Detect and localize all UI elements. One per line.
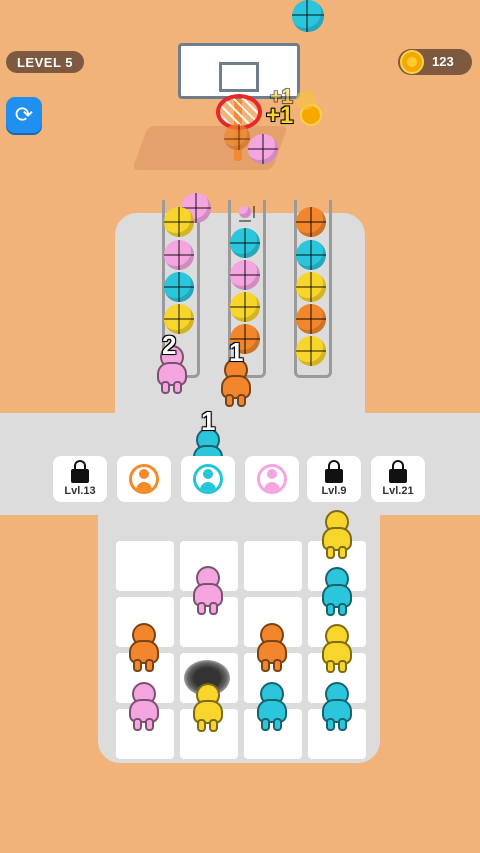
court-corner — [80, 378, 115, 413]
plus-one-text-faded: +1 — [270, 86, 293, 108]
coin-count: 123 — [432, 54, 454, 69]
unlock-level-label: Lvl.13 — [64, 485, 96, 497]
basketball-in-hoop — [248, 134, 278, 164]
basketball — [296, 240, 326, 270]
refresh-icon: ⟳ — [14, 102, 34, 127]
basketball — [230, 292, 260, 322]
lock-icon — [71, 460, 89, 483]
slot-locked-1[interactable]: Lvl.13 — [53, 456, 107, 502]
basketball — [296, 304, 326, 334]
orange-shot-counter: 1 — [229, 337, 244, 367]
grid-tile[interactable] — [244, 541, 302, 591]
basketball — [164, 240, 194, 270]
slot-locked-3[interactable]: Lvl.21 — [371, 456, 425, 502]
basketball — [296, 272, 326, 302]
unlock-level-label: Lvl.9 — [321, 485, 347, 497]
basketball — [164, 207, 194, 237]
coin-icon — [400, 50, 424, 74]
slot-cyan[interactable] — [181, 456, 235, 502]
cyan-shot-counter: 1 — [201, 406, 216, 436]
cyan-player[interactable] — [253, 682, 291, 732]
basketball — [296, 207, 326, 237]
basketball-in-hoop — [224, 124, 250, 150]
basketball — [230, 228, 260, 258]
basketball — [296, 336, 326, 366]
slot-pink[interactable] — [245, 456, 299, 502]
yellow-player[interactable] — [189, 683, 227, 733]
cyan-player[interactable] — [318, 682, 356, 732]
pink-player[interactable] — [189, 566, 227, 616]
cyan-player[interactable] — [318, 567, 356, 617]
pink-shot-counter: 2 — [162, 330, 177, 360]
level-indicator: LEVEL 5 — [6, 51, 84, 73]
coin-counter: 123 — [398, 49, 472, 75]
slot-orange[interactable] — [117, 456, 171, 502]
court-corner — [365, 378, 400, 413]
person-icon — [257, 464, 287, 494]
lock-icon — [325, 460, 343, 483]
basketball — [239, 206, 255, 222]
slot-locked-2[interactable]: Lvl.9 — [307, 456, 361, 502]
orange-player[interactable] — [253, 623, 291, 673]
basketball — [230, 260, 260, 290]
yellow-player[interactable] — [318, 624, 356, 674]
person-icon — [129, 464, 159, 494]
grid-tile[interactable] — [116, 541, 174, 591]
unlock-level-label: Lvl.21 — [382, 485, 414, 497]
restart-button[interactable]: ⟳ — [6, 97, 42, 133]
person-icon — [193, 464, 223, 494]
bonus-coin-icon — [296, 90, 316, 110]
basketball — [164, 272, 194, 302]
orange-player[interactable] — [125, 623, 163, 673]
pink-player[interactable] — [125, 682, 163, 732]
lock-icon — [389, 460, 407, 483]
flying-basketball — [292, 0, 324, 32]
yellow-player[interactable] — [318, 510, 356, 560]
